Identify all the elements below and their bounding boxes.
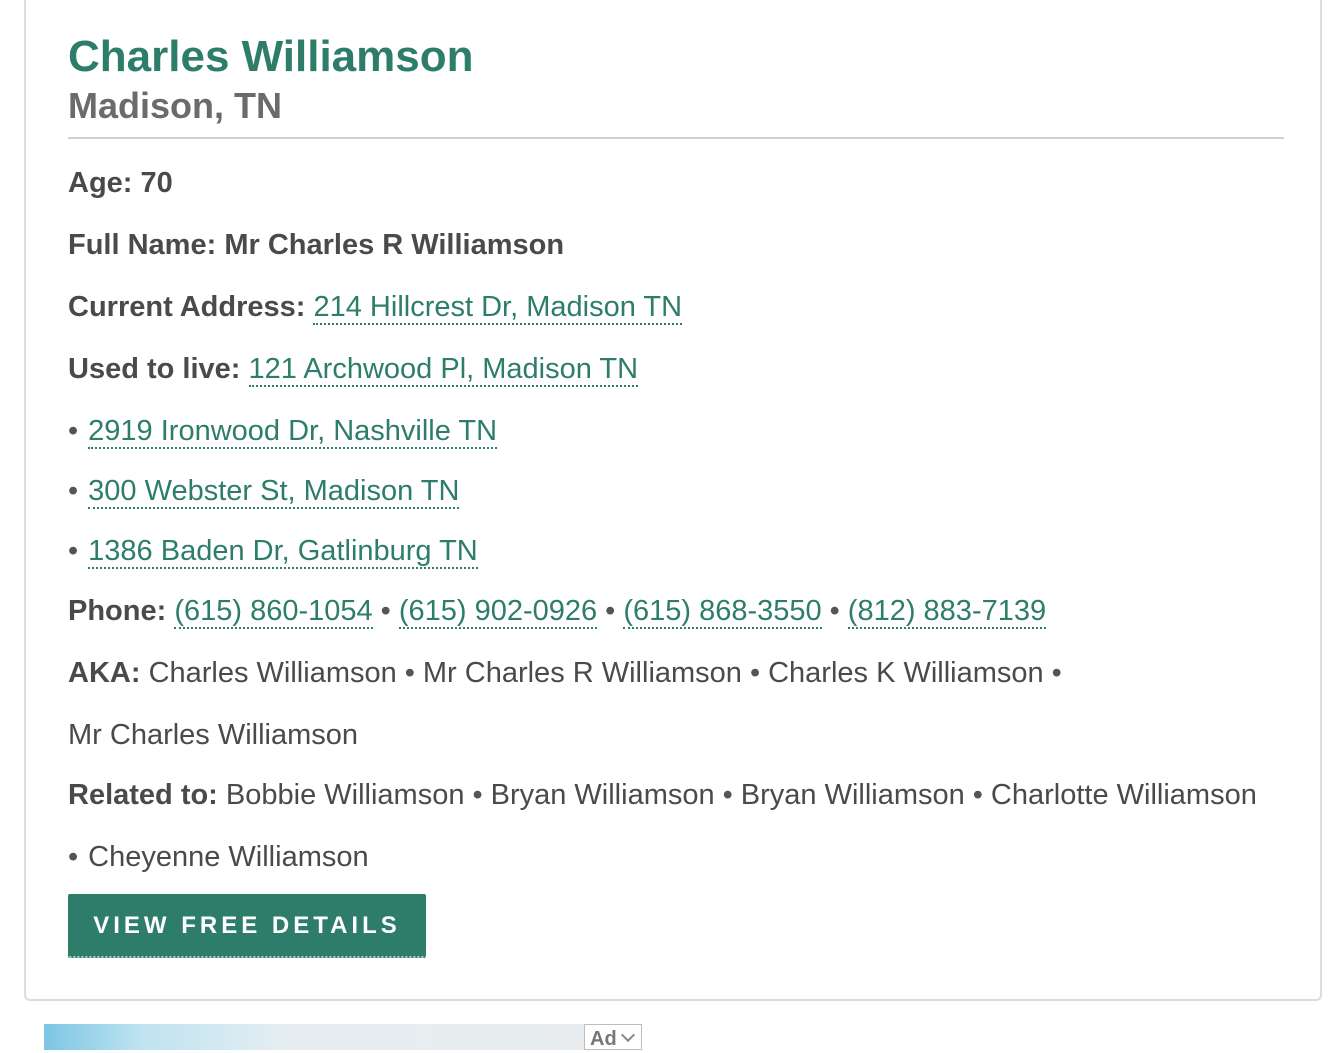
bullet-separator: • — [1051, 657, 1062, 689]
phone-link[interactable]: (615) 902-0926 — [398, 595, 598, 629]
related-name: Bryan Williamson — [490, 779, 715, 811]
previous-address-row: • 300 Webster St, Madison TN — [68, 472, 460, 510]
bullet-separator: • — [68, 841, 79, 873]
bullet-separator: • — [68, 535, 79, 567]
bullet-separator: • — [829, 595, 840, 627]
bullet-separator: • — [404, 657, 415, 689]
ad-banner-image[interactable] — [44, 1024, 586, 1050]
person-name[interactable]: Charles Williamson — [68, 32, 474, 82]
used-to-live-label: Used to live: — [68, 353, 241, 385]
previous-address-row: • 1386 Baden Dr, Gatlinburg TN — [68, 532, 478, 570]
bullet-separator: • — [472, 779, 483, 811]
aka-label: AKA: — [68, 657, 141, 689]
related-row: Related to: Bobbie Williamson • Bryan Will… — [68, 776, 1257, 814]
divider — [68, 137, 1284, 139]
bullet-separator: • — [68, 415, 79, 447]
full-name-label: Full Name: — [68, 229, 217, 261]
current-address-label: Current Address: — [68, 291, 306, 323]
phone-row: Phone: (615) 860-1054 • (615) 902-0926 • (61… — [68, 592, 1047, 630]
view-free-details-button[interactable]: VIEW FREE DETAILS — [68, 894, 426, 958]
previous-address-link[interactable]: 121 Archwood Pl, Madison TN — [248, 353, 639, 387]
phone-label: Phone: — [68, 595, 167, 627]
phone-link[interactable]: (812) 883-7139 — [847, 595, 1047, 629]
person-location: Madison, TN — [68, 85, 282, 126]
previous-address-link[interactable]: 1386 Baden Dr, Gatlinburg TN — [88, 535, 478, 569]
previous-address-row: • 2919 Ironwood Dr, Nashville TN — [68, 412, 498, 450]
bullet-separator: • — [380, 595, 391, 627]
phone-link[interactable]: (615) 860-1054 — [174, 595, 373, 629]
ad-choices-badge[interactable]: Ad — [584, 1024, 642, 1050]
ad-badge-label: Ad — [590, 1028, 617, 1050]
related-name: Bryan Williamson — [740, 779, 965, 811]
related-name: Charlotte Williamson — [990, 779, 1257, 811]
bullet-separator: • — [972, 779, 983, 811]
phone-link[interactable]: (615) 868-3550 — [623, 595, 822, 629]
aka-row: AKA: Charles Williamson • Mr Charles R Wil… — [68, 654, 1070, 692]
current-address-link[interactable]: 214 Hillcrest Dr, Madison TN — [313, 291, 683, 325]
bullet-separator: • — [68, 475, 79, 507]
previous-address-link[interactable]: 2919 Ironwood Dr, Nashville TN — [88, 415, 498, 449]
full-name-row: Full Name: Mr Charles R Williamson — [68, 226, 564, 264]
bullet-separator: • — [749, 657, 761, 689]
aka-row-continued: Mr Charles Williamson — [68, 716, 358, 754]
aka-name: Charles Williamson — [148, 657, 397, 689]
previous-address-link[interactable]: 300 Webster St, Madison TN — [88, 475, 460, 509]
bullet-separator: • — [722, 779, 733, 811]
aka-name: Mr Charles R Williamson — [422, 657, 742, 689]
used-to-live-row: Used to live: 121 Archwood Pl, Madison T… — [68, 350, 639, 388]
bullet-separator: • — [605, 595, 616, 627]
related-name: Bobbie Williamson — [225, 779, 465, 811]
aka-name: Mr Charles Williamson — [68, 719, 359, 751]
person-result-card: Charles Williamson Madison, TN Age: 70 F… — [24, 0, 1322, 1001]
aka-name: Charles K Williamson — [768, 657, 1044, 689]
related-name: Cheyenne Williamson — [88, 841, 369, 873]
chevron-down-icon — [620, 1027, 635, 1043]
related-row-continued: • Cheyenne Williamson — [68, 838, 369, 876]
age-row: Age: 70 — [68, 167, 173, 199]
related-label: Related to: — [68, 779, 218, 811]
full-name-value: Mr Charles R Williamson — [224, 229, 565, 261]
current-address-row: Current Address: 214 Hillcrest Dr, Madis… — [68, 288, 683, 326]
